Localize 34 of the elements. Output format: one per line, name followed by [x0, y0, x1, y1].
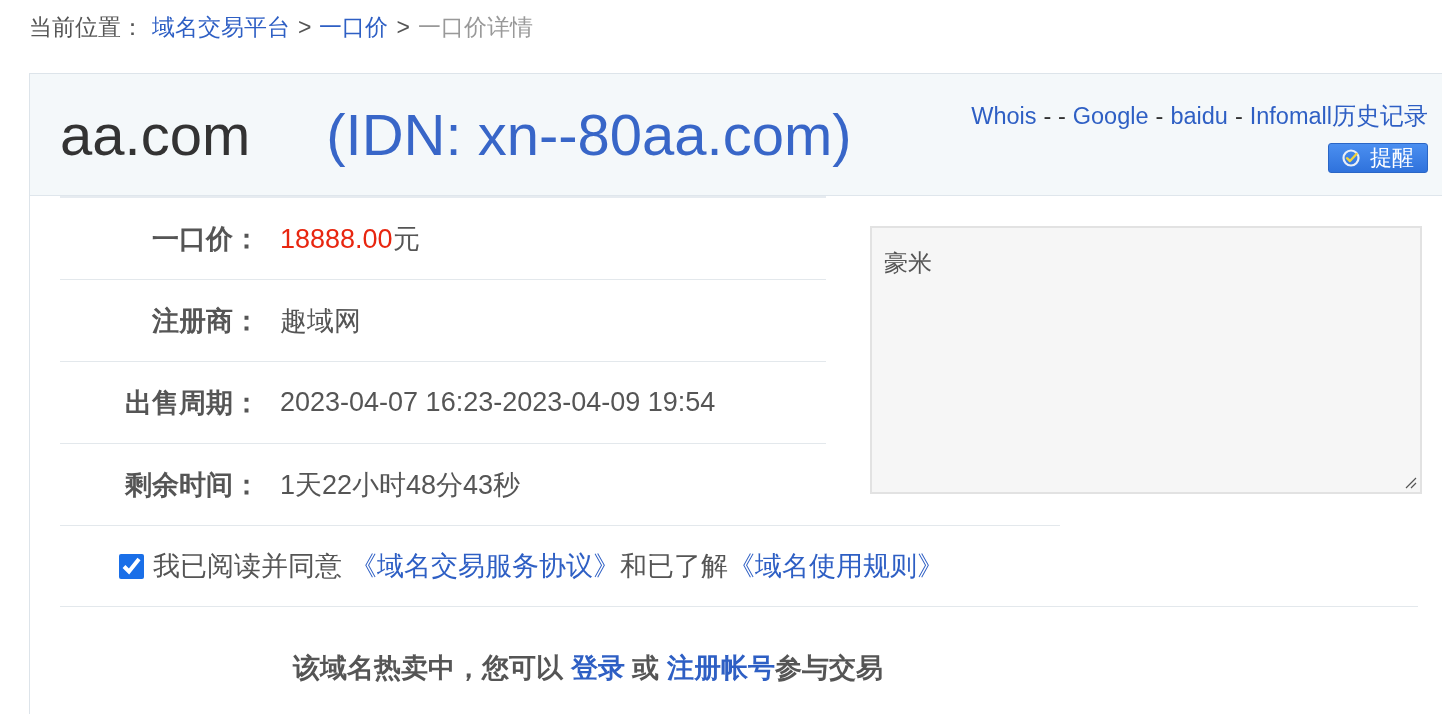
separator-text: -: [1155, 102, 1164, 131]
remind-button[interactable]: 提醒: [1328, 143, 1428, 173]
notice-link[interactable]: 注册帐号: [666, 653, 775, 683]
resize-grip-icon[interactable]: [1405, 477, 1417, 489]
notice-link[interactable]: 登录: [570, 653, 625, 683]
lookup-link[interactable]: Google: [1072, 101, 1149, 131]
agreement-link[interactable]: 《域名使用规则》: [727, 551, 944, 581]
notice-text: 该域名热卖中，您可以 登录 或 注册帐号参与交易: [293, 653, 883, 683]
price-value: 18888.00元: [279, 222, 420, 256]
location-label: 当前位置：: [29, 13, 144, 42]
breadcrumb-link[interactable]: 一口价: [319, 12, 389, 42]
field-value: 1天22小时48分43秒: [279, 468, 521, 502]
field-label: 剩余时间：: [124, 468, 260, 502]
separator-text: - -: [1043, 102, 1066, 131]
lookup-link[interactable]: baidu: [1170, 101, 1228, 131]
agreement-text: 我已阅读并同意 《域名交易服务协议》和已了解《域名使用规则》: [153, 550, 944, 582]
field-value: 趣域网: [279, 304, 361, 338]
field-label: 一口价：: [151, 222, 260, 256]
note-field[interactable]: 豪米: [870, 226, 1422, 494]
agreement-link[interactable]: 《域名交易服务协议》: [349, 551, 620, 581]
breadcrumb-separator: >: [396, 13, 410, 42]
field-value: 2023-04-07 16:23-2023-04-09 19:54: [279, 387, 716, 418]
breadcrumb-link[interactable]: 域名交易平台: [152, 12, 290, 42]
separator-text: -: [1234, 102, 1243, 131]
agree-checkbox[interactable]: [119, 553, 144, 579]
breadcrumb-current: 一口价详情: [417, 13, 533, 42]
field-label: 出售周期：: [124, 386, 260, 420]
check-circle-icon: [1342, 149, 1360, 167]
lookup-link[interactable]: Whois: [971, 101, 1037, 131]
domain-name: aa.com: [60, 101, 251, 168]
idn-text: (IDN: xn--80aa.com): [326, 101, 852, 168]
field-label: 注册商：: [151, 304, 260, 338]
lookup-link[interactable]: Infomall历史记录: [1249, 101, 1428, 131]
breadcrumb-separator: >: [298, 13, 312, 42]
